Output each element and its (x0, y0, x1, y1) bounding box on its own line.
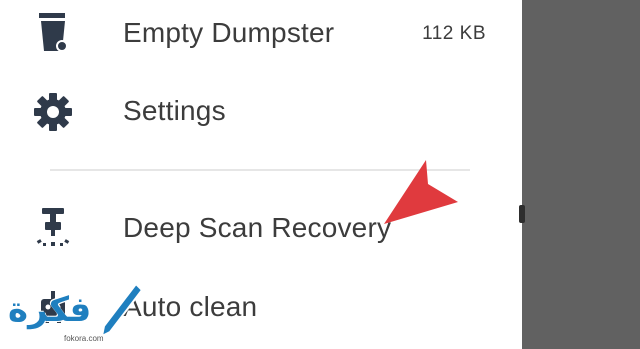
watermark-text: فكرة (8, 290, 92, 330)
red-pointer-arrow-annotation (384, 160, 458, 224)
menu-item-label: Empty Dumpster (123, 17, 335, 48)
menu-item-label: Settings (123, 95, 226, 126)
menu-item-empty-dumpster[interactable]: Empty Dumpster 112 KB (0, 0, 522, 70)
dumpster-size: 112 KB (422, 23, 486, 44)
watermark-url: fokora.com (64, 334, 104, 343)
menu-item-settings[interactable]: Settings (0, 77, 522, 147)
drawer-scrim[interactable] (522, 0, 640, 349)
gear-icon (30, 89, 76, 135)
scrim-edge-mark (519, 205, 525, 223)
pencil-icon (100, 282, 144, 338)
watermark-logo: فكرة fokora.com (0, 276, 150, 349)
deep-scan-icon (30, 204, 76, 250)
menu-item-label: Deep Scan Recovery (123, 212, 392, 243)
trash-icon (30, 10, 76, 56)
